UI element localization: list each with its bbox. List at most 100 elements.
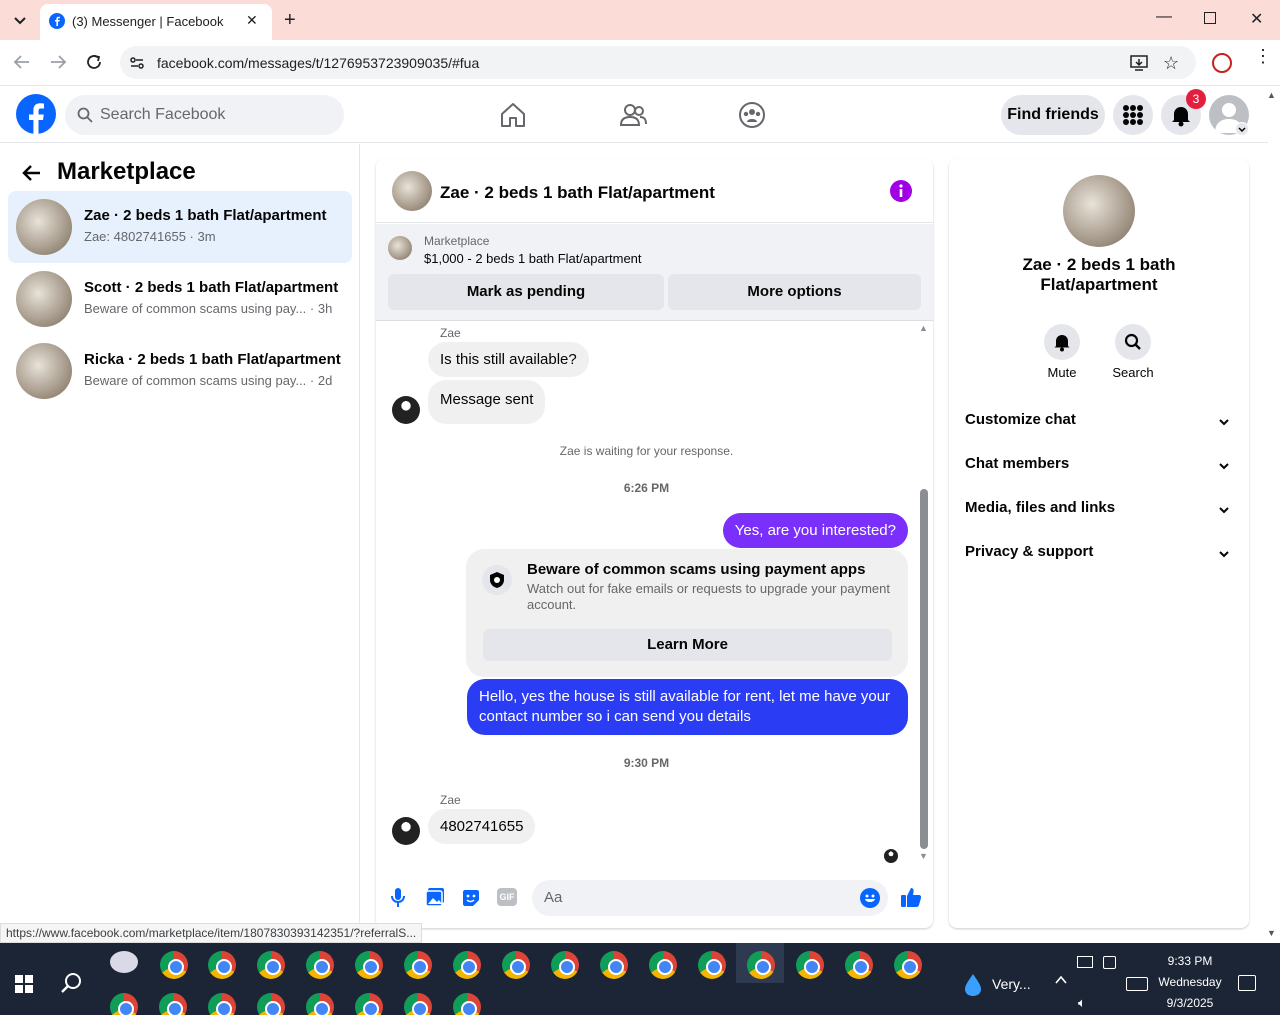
chrome-window-icon[interactable] <box>160 951 188 979</box>
keyboard-icon[interactable] <box>1126 977 1148 991</box>
listing-photo[interactable] <box>1063 175 1135 247</box>
chrome-window-icon[interactable] <box>257 951 285 979</box>
bookmark-star-icon[interactable]: ☆ <box>1163 53 1179 74</box>
pinned-app-icon[interactable] <box>110 951 138 973</box>
groups-icon[interactable] <box>738 101 766 129</box>
conversation-item[interactable]: Scott · 2 beds 1 bath Flat/apartment Bew… <box>8 263 352 335</box>
chrome-window-icon[interactable] <box>404 951 432 979</box>
account-chevron-icon[interactable] <box>1235 122 1249 136</box>
minimize-icon[interactable]: — <box>1156 8 1172 26</box>
chat-title[interactable]: Zae · 2 beds 1 bath Flat/apartment <box>440 183 715 203</box>
row-label: Privacy & support <box>965 543 1094 560</box>
back-icon[interactable] <box>13 53 31 71</box>
chrome-window-icon[interactable] <box>894 951 922 979</box>
tab-close-icon[interactable]: ✕ <box>246 12 258 29</box>
back-arrow-icon[interactable] <box>20 161 44 185</box>
mark-as-pending-button[interactable]: Mark as pending <box>388 274 664 310</box>
new-tab-icon[interactable]: + <box>284 9 296 32</box>
chrome-window-icon[interactable] <box>551 951 579 979</box>
chrome-window-icon[interactable] <box>208 951 236 979</box>
tray-chevron-up-icon[interactable] <box>1054 973 1068 987</box>
chrome-window-icon[interactable] <box>110 993 138 1015</box>
weather-drop-icon[interactable] <box>962 973 984 997</box>
chat-members-row[interactable]: Chat members <box>965 455 1235 479</box>
info-icon[interactable] <box>890 180 912 202</box>
facebook-logo-icon[interactable] <box>16 94 56 134</box>
chrome-window-icon[interactable] <box>845 951 873 979</box>
chrome-window-icon[interactable] <box>404 993 432 1015</box>
chat-thumbnail[interactable] <box>392 171 432 211</box>
more-options-button[interactable]: More options <box>668 274 921 310</box>
url-bar[interactable]: facebook.com/messages/t/1276953723909035… <box>120 46 1196 79</box>
install-app-icon[interactable] <box>1130 54 1148 72</box>
mute-button[interactable] <box>1044 324 1080 360</box>
message-input[interactable]: Aa <box>532 880 888 916</box>
restore-icon[interactable] <box>1204 12 1216 24</box>
incoming-message[interactable]: 4802741655 <box>428 809 536 844</box>
reload-icon[interactable] <box>85 53 103 71</box>
media-files-links-row[interactable]: Media, files and links <box>965 499 1235 523</box>
site-settings-icon[interactable] <box>129 55 145 71</box>
sender-avatar[interactable] <box>392 396 420 424</box>
chrome-window-icon[interactable] <box>355 951 383 979</box>
page-scroll-up-icon[interactable]: ▲ <box>1267 90 1276 100</box>
scroll-up-icon[interactable]: ▲ <box>919 323 928 333</box>
friends-icon[interactable] <box>619 101 647 129</box>
browser-menu-icon[interactable]: ⋮ <box>1254 47 1272 65</box>
windows-start-icon[interactable] <box>15 975 33 993</box>
window-close-icon[interactable]: ✕ <box>1250 9 1263 29</box>
find-friends-button[interactable]: Find friends <box>1001 95 1105 135</box>
chrome-window-icon[interactable] <box>355 993 383 1015</box>
chrome-window-icon[interactable] <box>306 993 334 1015</box>
chrome-window-icon[interactable] <box>208 993 236 1015</box>
thumbs-up-icon[interactable] <box>900 886 922 908</box>
profile-icon[interactable] <box>1212 53 1232 73</box>
chrome-window-icon[interactable] <box>257 993 285 1015</box>
search-in-chat-button[interactable] <box>1115 324 1151 360</box>
scrollbar-thumb[interactable] <box>920 489 928 849</box>
camera-icon[interactable] <box>1103 956 1116 969</box>
chrome-window-icon[interactable] <box>796 951 824 979</box>
browser-tab[interactable]: (3) Messenger | Facebook ✕ <box>40 4 272 40</box>
scroll-down-icon[interactable]: ▼ <box>919 851 928 861</box>
listing-price-title[interactable]: $1,000 - 2 beds 1 bath Flat/apartment <box>424 251 642 266</box>
listing-thumbnail-small[interactable] <box>388 236 412 260</box>
photo-icon[interactable] <box>425 887 445 907</box>
clock[interactable]: 9:33 PM Wednesday 9/3/2025 <box>1150 954 1230 1010</box>
sticker-icon[interactable] <box>461 888 481 908</box>
forward-icon[interactable] <box>49 53 67 71</box>
network-icon[interactable] <box>1077 956 1093 968</box>
learn-more-button[interactable]: Learn More <box>483 629 892 661</box>
incoming-message[interactable]: Message sent <box>428 380 546 424</box>
sender-avatar[interactable] <box>392 817 420 845</box>
facebook-search-input[interactable]: Search Facebook <box>65 95 344 135</box>
chrome-window-icon[interactable] <box>453 993 481 1015</box>
chrome-window-icon[interactable] <box>698 951 726 979</box>
chat-scrollbar[interactable]: ▲ ▼ <box>919 321 931 863</box>
chrome-window-icon[interactable] <box>600 951 628 979</box>
microphone-icon[interactable] <box>390 887 406 909</box>
page-scroll-down-icon[interactable]: ▼ <box>1267 928 1276 938</box>
menu-grid-button[interactable] <box>1113 95 1153 135</box>
weather-text[interactable]: Very... <box>992 976 1031 992</box>
chrome-window-icon[interactable] <box>453 951 481 979</box>
chrome-window-icon[interactable] <box>159 993 187 1015</box>
chrome-window-icon[interactable] <box>306 951 334 979</box>
taskbar-search-icon[interactable] <box>61 972 83 994</box>
conversation-item[interactable]: Ricka · 2 beds 1 bath Flat/apartment Bew… <box>8 335 352 407</box>
customize-chat-row[interactable]: Customize chat <box>965 411 1235 435</box>
notifications-center-icon[interactable] <box>1238 975 1256 991</box>
gif-icon[interactable]: GIF <box>497 888 517 906</box>
chrome-window-icon[interactable] <box>649 951 677 979</box>
home-icon[interactable] <box>499 101 527 129</box>
chrome-window-icon[interactable] <box>502 951 530 979</box>
volume-icon[interactable]: 🔈︎ <box>1078 995 1086 1011</box>
incoming-message[interactable]: Is this still available? <box>428 342 589 377</box>
conversation-item[interactable]: Zae · 2 beds 1 bath Flat/apartment Zae: … <box>8 191 352 263</box>
tab-search-icon[interactable] <box>10 10 30 30</box>
privacy-support-row[interactable]: Privacy & support <box>965 543 1235 567</box>
chrome-window-icon[interactable] <box>747 951 775 979</box>
emoji-icon[interactable] <box>860 888 880 908</box>
outgoing-message[interactable]: Yes, are you interested? <box>722 513 908 548</box>
outgoing-message[interactable]: Hello, yes the house is still available … <box>467 679 908 735</box>
